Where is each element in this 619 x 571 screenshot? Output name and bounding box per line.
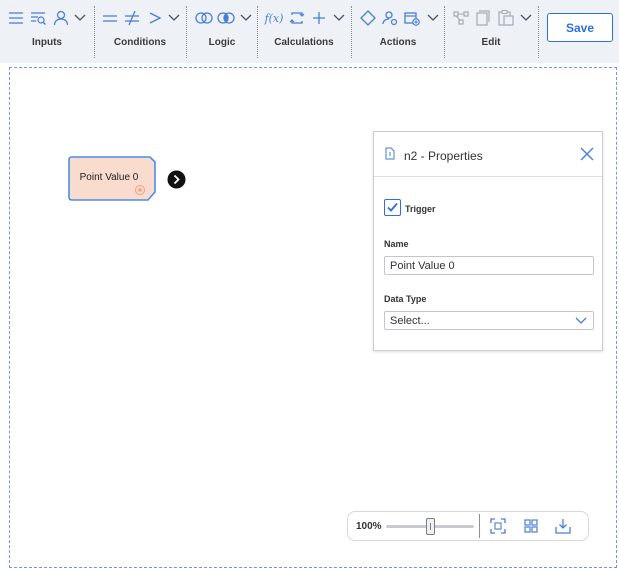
download-icon[interactable] (555, 518, 571, 534)
document-icon (385, 147, 395, 160)
zoom-level: 100% (356, 521, 382, 532)
node-label: Point Value 0 (79, 172, 139, 183)
edit-group: Edit (445, 0, 537, 60)
loop-icon[interactable] (287, 8, 307, 28)
equals-icon[interactable] (100, 8, 120, 28)
or-circles-icon[interactable] (194, 8, 214, 28)
logic-label: Logic (208, 37, 236, 48)
list-icon[interactable] (6, 8, 26, 28)
inputs-group: Inputs (0, 0, 94, 60)
and-circles-icon[interactable] (216, 8, 236, 28)
not-equals-icon[interactable] (122, 8, 142, 28)
point-value-node[interactable]: Point Value 0 (68, 156, 156, 201)
copy-icon[interactable] (473, 8, 493, 28)
chevron-down-icon[interactable] (70, 8, 90, 28)
fit-to-screen-icon[interactable] (490, 518, 506, 534)
chevron-down-icon[interactable] (329, 8, 349, 28)
name-input[interactable]: Point Value 0 (384, 256, 594, 275)
panel-title: n2 - Properties (404, 149, 483, 163)
chevron-down-icon[interactable] (164, 8, 184, 28)
actions-label: Actions (379, 37, 417, 48)
toolbar-separator (538, 6, 539, 58)
close-icon[interactable] (580, 147, 594, 161)
logic-group: Logic (187, 0, 257, 60)
conditions-group: Conditions (95, 0, 185, 60)
actions-group: Actions (352, 0, 444, 60)
trigger-checkbox[interactable] (384, 199, 401, 216)
greater-than-icon[interactable] (145, 8, 165, 28)
name-label: Name (384, 239, 409, 249)
data-type-value: Select... (390, 315, 430, 327)
plus-icon[interactable] (309, 8, 329, 28)
edit-label: Edit (481, 37, 501, 48)
toolbar: Inputs Conditions Logic f(x) Calculation… (0, 0, 619, 63)
diagram-icon[interactable] (451, 8, 471, 28)
chevron-down-icon[interactable] (423, 8, 443, 28)
calculations-group: f(x) Calculations (258, 0, 350, 60)
user-icon[interactable] (51, 8, 71, 28)
save-button[interactable]: Save (547, 13, 613, 42)
calculations-label: Calculations (274, 37, 334, 48)
paste-icon[interactable] (496, 8, 516, 28)
zoom-separator (479, 514, 480, 538)
diamond-icon[interactable] (358, 8, 378, 28)
data-type-label: Data Type (384, 294, 427, 304)
conditions-label: Conditions (113, 37, 167, 48)
panel-header: n2 - Properties (374, 132, 602, 177)
chevron-down-icon (575, 317, 587, 325)
function-icon[interactable]: f(x) (264, 8, 284, 28)
search-list-icon[interactable] (28, 8, 48, 28)
zoom-slider-thumb[interactable] (425, 518, 435, 535)
calendar-add-icon[interactable] (402, 8, 422, 28)
properties-panel: n2 - Properties Trigger Name Point Value… (373, 131, 603, 351)
data-type-select[interactable]: Select... (384, 311, 594, 330)
trigger-label: Trigger (405, 204, 436, 214)
chevron-down-icon[interactable] (516, 8, 536, 28)
node-connect-arrow-icon[interactable] (167, 170, 186, 189)
grid-icon[interactable] (523, 518, 539, 534)
zoom-toolbar: 100% (347, 511, 589, 541)
user-settings-icon[interactable] (380, 8, 400, 28)
check-icon (387, 202, 398, 212)
inputs-label: Inputs (32, 37, 62, 48)
chevron-down-icon[interactable] (236, 8, 256, 28)
